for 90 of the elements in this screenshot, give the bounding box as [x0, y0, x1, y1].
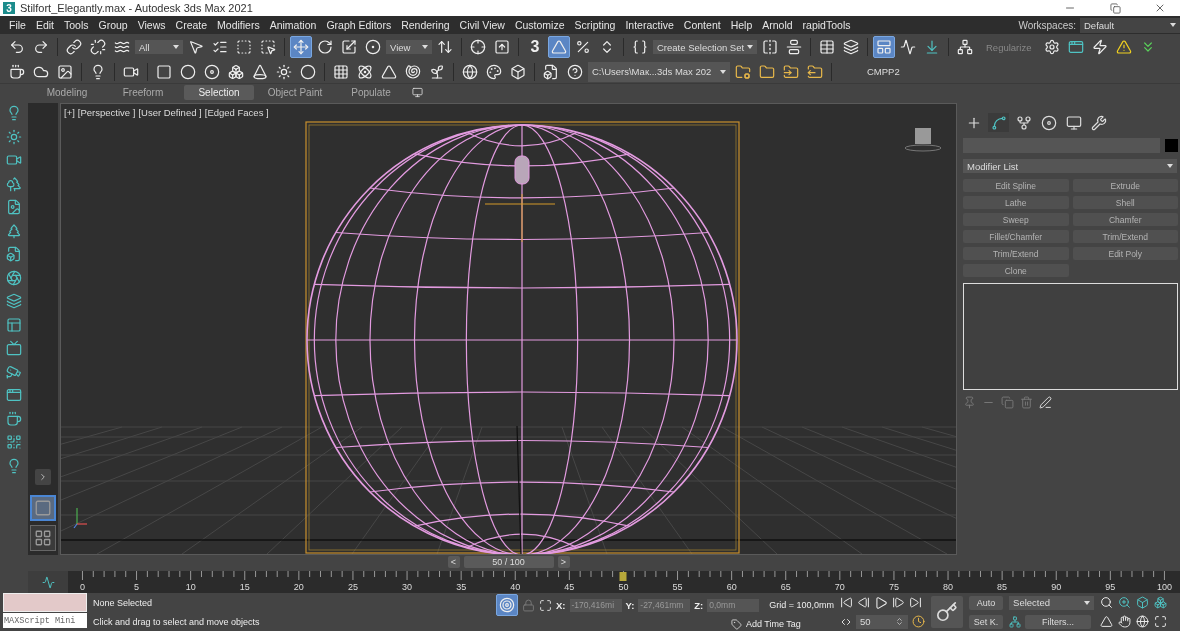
frame-number: 95 — [1105, 582, 1116, 592]
modifier-button[interactable]: Fillet/Chamfer — [963, 230, 1069, 243]
viewport[interactable]: [+] [Perspective ] [User Defined ] [Edged Faces ] — [60, 103, 957, 555]
viewport-label[interactable]: [Edged Faces ] — [204, 107, 269, 118]
ribbon-tab[interactable]: Object Paint — [260, 85, 330, 100]
ribbon-tab[interactable]: Selection — [184, 85, 254, 100]
menu-item[interactable]: Help — [725, 19, 758, 31]
menu-item[interactable]: Group — [93, 19, 133, 31]
frame-number: 70 — [834, 582, 845, 592]
frame-number: 80 — [943, 582, 954, 592]
y-label: Y: — [625, 599, 635, 611]
frame-number: 65 — [780, 582, 791, 592]
menu-item[interactable]: Scripting — [569, 19, 621, 31]
viewport-label[interactable]: [User Defined ] — [138, 107, 202, 118]
selection-status: None Selected — [93, 597, 154, 608]
set-key-mode-button[interactable]: Set K. — [969, 614, 1004, 629]
grid-size: Grid = 100,0mm — [769, 600, 835, 611]
menu-item[interactable]: File — [4, 19, 31, 31]
prompt-text: Click and drag to select and move objects — [93, 616, 261, 627]
frame-number: 0 — [79, 582, 85, 592]
add-time-tag-link[interactable]: Add Time Tag — [746, 619, 801, 630]
modifier-button[interactable]: Shell — [1072, 196, 1178, 209]
menu-item[interactable]: Views — [132, 19, 171, 31]
next-frame-button[interactable]: > — [557, 556, 570, 568]
workspaces-label: Workspaces: — [1018, 19, 1076, 31]
frame-number: 10 — [185, 582, 196, 592]
z-label: Z: — [694, 599, 704, 611]
ribbon-tab[interactable]: Modeling — [32, 85, 102, 100]
menu-item[interactable]: Civil View — [454, 19, 510, 31]
frame-number: 45 — [564, 582, 575, 592]
workspaces-dropdown[interactable]: Default — [1080, 17, 1180, 33]
window-title: Stilfort_Elegantly.max - Autodesk 3ds Max 2021 — [20, 2, 254, 14]
menu-item[interactable]: Content — [678, 19, 726, 31]
project-folder-dropdown[interactable]: C:\Users\Мак...3ds Max 202 — [588, 61, 730, 82]
modifier-button[interactable]: Lathe — [963, 196, 1069, 209]
modifier-button[interactable]: Extrude — [1072, 179, 1178, 192]
frame-number: 55 — [672, 582, 683, 592]
viewport-label[interactable]: [Perspective ] — [77, 107, 136, 118]
frame-number: 60 — [726, 582, 737, 592]
maxscript-field[interactable]: MAXScript Mini — [3, 613, 87, 628]
frame-number: 75 — [888, 582, 899, 592]
auto-key-button[interactable]: Auto — [969, 595, 1004, 610]
modifier-button[interactable]: Edit Poly — [1072, 247, 1178, 260]
selection-filter-dropdown[interactable]: All — [135, 40, 183, 54]
frame-number: 100 — [1156, 582, 1172, 592]
regularize-label: Regularize — [986, 41, 1032, 53]
key-filter-dropdown[interactable]: Selected — [1009, 595, 1095, 610]
frame-number: 25 — [347, 582, 358, 592]
modifier-button[interactable]: Clone — [963, 264, 1069, 277]
menu-item[interactable]: Interactive — [620, 19, 679, 31]
frame-number: 50 — [618, 582, 629, 592]
menu-item[interactable]: Modifiers — [212, 19, 265, 31]
frame-number: 85 — [997, 582, 1008, 592]
frame-number: 20 — [293, 582, 304, 592]
modifier-button[interactable]: Sweep — [963, 213, 1069, 226]
toolbar-label: CMPP2 — [867, 66, 900, 77]
viewport-label[interactable]: [+] — [64, 107, 75, 118]
frame-number: 30 — [402, 582, 413, 592]
modifier-button[interactable]: Chamfer — [1072, 213, 1178, 226]
frame-number: 35 — [456, 582, 467, 592]
menu-item[interactable]: Customize — [509, 19, 570, 31]
current-frame-field[interactable]: 50 — [856, 614, 909, 629]
reference-coordinate-dropdown[interactable]: View — [386, 40, 432, 54]
time-slider-thumb[interactable]: 50 / 100 — [463, 556, 554, 568]
frame-number: 15 — [239, 582, 250, 592]
menu-item[interactable]: Animation — [264, 19, 322, 31]
x-label: X: — [556, 599, 566, 611]
app-logo: 3 — [3, 2, 15, 14]
ribbon-tab[interactable]: Freeform — [108, 85, 178, 100]
menu-item[interactable]: Arnold — [757, 19, 798, 31]
previous-frame-button[interactable]: < — [447, 556, 460, 568]
filters-button[interactable]: Filters... — [1025, 614, 1092, 629]
modifier-button[interactable]: Trim/Extend — [1072, 230, 1178, 243]
snap-toggle-button[interactable]: 3 — [524, 36, 546, 58]
frame-number: 5 — [134, 582, 140, 592]
frame-number: 40 — [510, 582, 521, 592]
modifier-button[interactable]: Trim/Extend — [963, 247, 1069, 260]
menu-item[interactable]: rapidTools — [797, 19, 856, 31]
menu-item[interactable]: Edit — [30, 19, 59, 31]
modifier-button[interactable]: Edit Spline — [963, 179, 1069, 192]
menu-item[interactable]: Rendering — [396, 19, 455, 31]
time-slider-track[interactable]: < 50 / 100 > — [60, 555, 957, 571]
menu-item[interactable]: Tools — [59, 19, 94, 31]
frame-number: 90 — [1051, 582, 1062, 592]
ribbon-tab[interactable]: Populate — [336, 85, 406, 100]
menu-item[interactable]: Graph Editors — [321, 19, 397, 31]
selection-set-dropdown[interactable]: Create Selection Set — [653, 40, 757, 54]
menu-item[interactable]: Create — [170, 19, 213, 31]
modifier-list-dropdown[interactable]: Modifier List — [963, 159, 1177, 173]
track-bar[interactable]: 0 5 10 15 20 25 30 35 40 45 50 55 60 65 70 75 80 85 90 95 100 — [68, 571, 1180, 593]
